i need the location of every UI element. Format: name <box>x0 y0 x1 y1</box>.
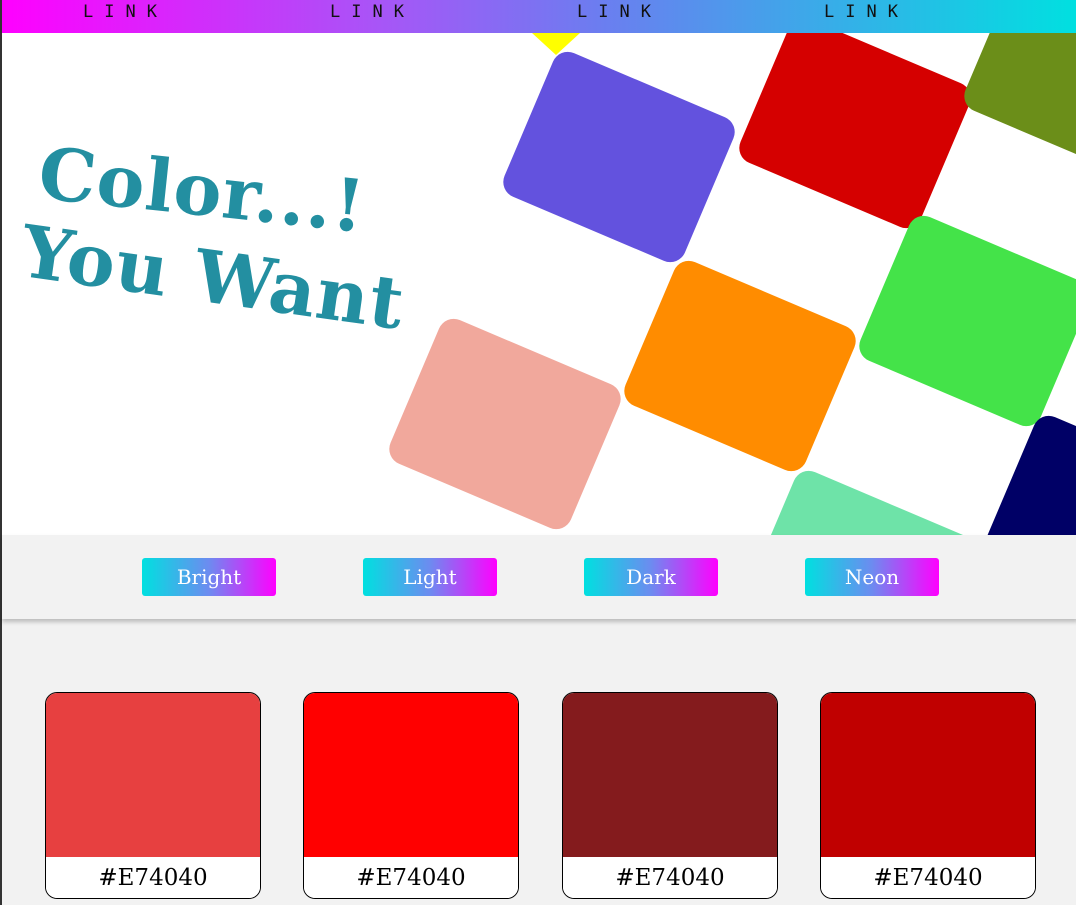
color-swatch <box>304 693 518 857</box>
color-swatch <box>46 693 260 857</box>
color-swatch <box>563 693 777 857</box>
color-card-4[interactable]: #E74040 <box>820 692 1036 899</box>
filter-bar: Bright Light Dark Neon <box>2 535 1076 619</box>
hex-code-label: #E74040 <box>821 857 1035 898</box>
hero-banner: Color...! You Want <box>2 33 1076 535</box>
color-tile-green <box>854 210 1076 432</box>
hex-code-label: #E74040 <box>304 857 518 898</box>
hex-code-label: #E74040 <box>46 857 260 898</box>
color-card-3[interactable]: #E74040 <box>562 692 778 899</box>
filter-bright-button[interactable]: Bright <box>142 558 276 596</box>
nav-link-2[interactable]: LINK <box>249 0 496 33</box>
filter-neon-button[interactable]: Neon <box>805 558 939 596</box>
nav-link-1[interactable]: LINK <box>2 0 249 33</box>
filter-dark-button[interactable]: Dark <box>584 558 718 596</box>
yellow-pointer-triangle <box>532 33 580 55</box>
filter-light-button[interactable]: Light <box>363 558 497 596</box>
color-tile-olive <box>959 33 1076 182</box>
color-tile-navy <box>979 410 1076 535</box>
nav-link-3[interactable]: LINK <box>496 0 743 33</box>
top-navbar: LINK LINK LINK LINK <box>2 0 1076 33</box>
color-card-1[interactable]: #E74040 <box>45 692 261 899</box>
color-card-2[interactable]: #E74040 <box>303 692 519 899</box>
color-tile-salmon <box>384 313 626 535</box>
hex-code-label: #E74040 <box>563 857 777 898</box>
color-tile-red <box>734 33 976 234</box>
color-tile-purple <box>498 46 740 268</box>
color-tile-orange <box>619 255 861 477</box>
color-tile-mint <box>739 465 981 535</box>
color-swatch <box>821 693 1035 857</box>
hero-title: Color...! You Want <box>16 123 422 347</box>
nav-link-4[interactable]: LINK <box>743 0 990 33</box>
